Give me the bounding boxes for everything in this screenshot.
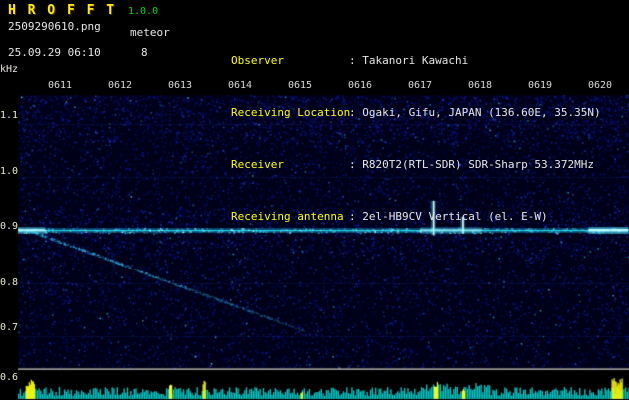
info-colon: : <box>348 106 363 119</box>
y-axis-unit-label: kHz <box>0 64 19 75</box>
y-tick-1.0: 1.0 <box>0 166 19 177</box>
x-tick-0611: 0611 <box>47 80 73 91</box>
x-tick-0616: 0616 <box>347 80 373 91</box>
y-tick-0.7: 0.7 <box>0 322 19 333</box>
info-label: Receiving antenna <box>230 210 344 223</box>
info-label: Observer <box>230 54 284 67</box>
info-colon: : <box>348 158 363 171</box>
observation-mode: meteor <box>130 26 170 39</box>
info-value: R820T2(RTL-SDR) SDR-Sharp 53.372MHz <box>362 158 595 171</box>
x-tick-0613: 0613 <box>167 80 193 91</box>
info-row-antenna: Receiving antenna: 2el-HB9CV Vertical (e… <box>178 197 601 223</box>
info-row-receiver: Receiver: R820T2(RTL-SDR) SDR-Sharp 53.3… <box>178 145 601 171</box>
x-tick-0619: 0619 <box>527 80 553 91</box>
y-tick-0.6: 0.6 <box>0 372 19 383</box>
observation-timestamp: 25.09.29 06:10 <box>8 46 101 59</box>
hrofft-window: H R O F F T 1.0.0 2509290610.png meteor … <box>0 0 629 400</box>
info-row-observer: Observer: Takanori Kawachi <box>178 41 601 67</box>
x-tick-0614: 0614 <box>227 80 253 91</box>
x-tick-0618: 0618 <box>467 80 493 91</box>
x-tick-0620: 0620 <box>587 80 613 91</box>
x-tick-0615: 0615 <box>287 80 313 91</box>
info-value: 2el-HB9CV Vertical (el. E-W) <box>362 210 548 223</box>
info-colon: : <box>348 210 363 223</box>
info-colon: : <box>348 54 363 67</box>
y-tick-1.1: 1.1 <box>0 110 19 121</box>
station-info-block: Observer: Takanori Kawachi Receiving Loc… <box>178 3 601 249</box>
info-value: Takanori Kawachi <box>362 54 469 67</box>
x-tick-0612: 0612 <box>107 80 133 91</box>
info-label: Receiver <box>230 158 284 171</box>
info-row-location: Receiving Location: Ogaki, Gifu, JAPAN (… <box>178 93 601 119</box>
y-tick-0.8: 0.8 <box>0 277 19 288</box>
app-version-label: 1.0.0 <box>128 6 159 17</box>
echo-count: 8 <box>141 46 148 59</box>
info-value: Ogaki, Gifu, JAPAN (136.60E, 35.35N) <box>362 106 601 119</box>
x-tick-0617: 0617 <box>407 80 433 91</box>
app-title: H R O F F T <box>8 3 117 18</box>
y-tick-0.9: 0.9 <box>0 221 19 232</box>
output-filename: 2509290610.png <box>8 20 101 33</box>
info-label: Receiving Location <box>230 106 351 119</box>
